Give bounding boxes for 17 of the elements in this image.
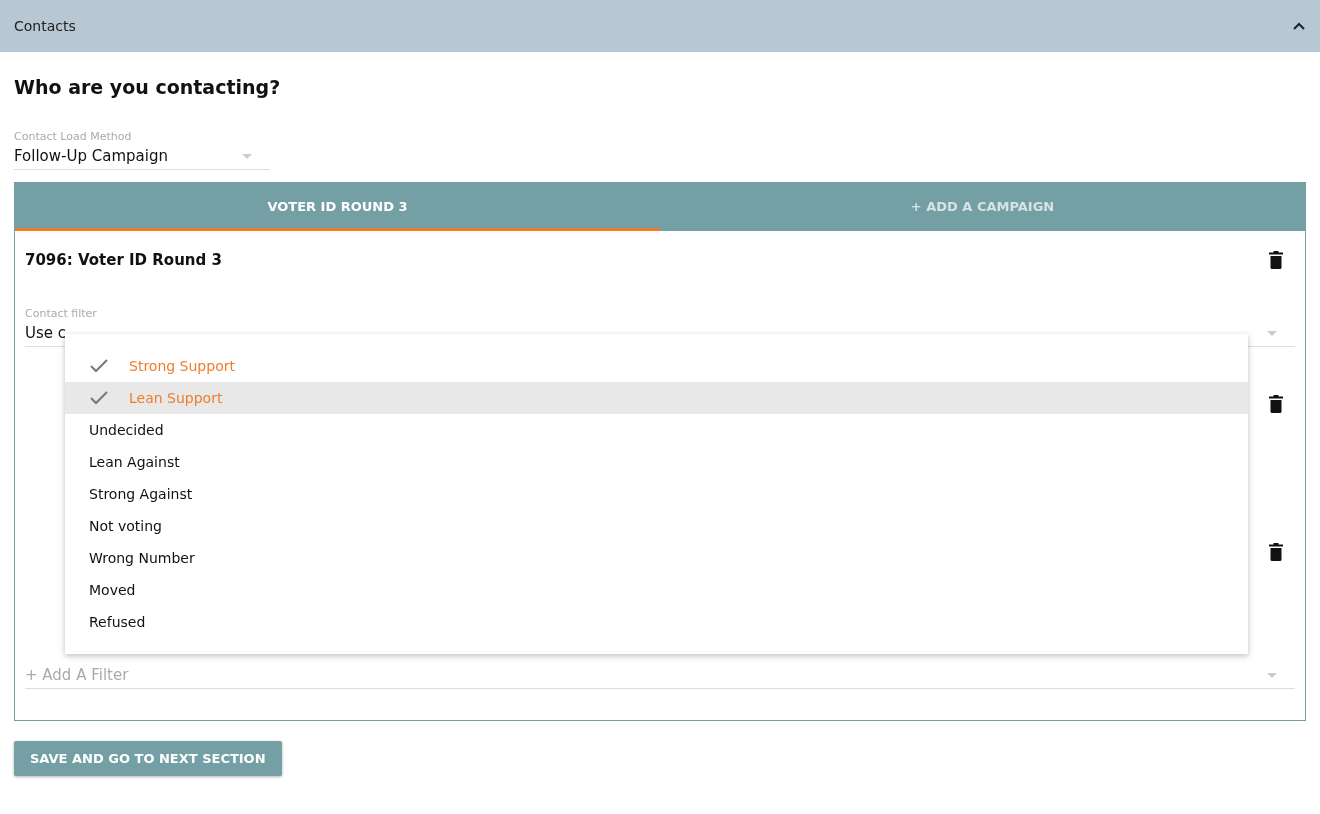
menu-option[interactable]: Not voting (65, 510, 1248, 542)
menu-option[interactable]: Strong Against (65, 478, 1248, 510)
menu-option[interactable]: Undecided (65, 414, 1248, 446)
trash-icon[interactable] (1269, 251, 1283, 269)
trash-icon[interactable] (1269, 395, 1283, 413)
section-heading: Who are you contacting? (14, 75, 282, 100)
field-label: Contact Load Method (14, 130, 133, 144)
panel-title: Contacts (14, 16, 76, 36)
menu-option[interactable]: Moved (65, 574, 1248, 606)
menu-option[interactable]: Wrong Number (65, 542, 1248, 574)
menu-option[interactable]: Refused (65, 606, 1248, 638)
menu-option[interactable]: Lean Against (65, 446, 1248, 478)
campaign-title: 7096: Voter ID Round 3 (25, 249, 222, 271)
trash-icon[interactable] (1269, 543, 1283, 561)
panel-header[interactable]: Contacts (0, 0, 1320, 52)
field-label: Contact filter (25, 307, 98, 321)
load-method-select[interactable]: Follow-Up Campaign (14, 144, 270, 170)
